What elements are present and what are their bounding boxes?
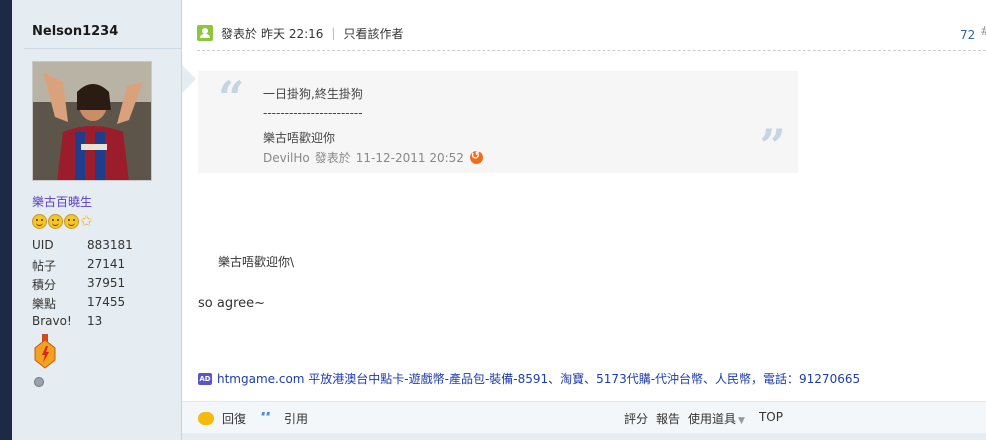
sidebar-pointer <box>182 65 196 93</box>
quote-meta: DevilHo 發表於 11-12-2011 20:52 <box>263 149 483 166</box>
ad-link[interactable]: AD htmgame.com 平放港澳台中點卡-遊戲幣-產品包-裝備-8591、… <box>198 370 860 387</box>
floor-suffix: # <box>980 24 986 38</box>
online-user-icon <box>197 25 213 41</box>
footer-bottom-border <box>182 433 986 440</box>
smiley-icon <box>32 214 47 229</box>
top-button[interactable]: TOP <box>759 410 783 427</box>
user-rank[interactable]: 樂古百曉生 <box>32 193 92 210</box>
floor-number[interactable]: 72 <box>960 28 975 42</box>
message-line: 樂古唔歡迎你\ <box>218 255 295 269</box>
tools-menu[interactable]: 使用道具 ▼ <box>688 410 745 427</box>
page-left-edge <box>0 0 12 440</box>
reply-button[interactable]: 回復 <box>198 410 246 427</box>
go-to-post-icon[interactable] <box>469 149 483 164</box>
ad-badge-icon: AD <box>198 372 212 385</box>
ad-text[interactable]: htmgame.com 平放港澳台中點卡-遊戲幣-產品包-裝備-8591、淘寶、… <box>217 370 860 387</box>
quote-posted-label: 發表於 <box>314 151 351 165</box>
posted-time: 昨天 22:16 <box>261 26 324 41</box>
sidebar-divider <box>24 48 182 49</box>
reply-icon <box>198 412 214 425</box>
author-username[interactable]: Nelson1234 <box>32 24 118 39</box>
post-actions: 評分 報告 使用道具 ▼ TOP <box>624 410 783 427</box>
stat-label: UID <box>32 238 54 252</box>
author-only-link[interactable]: 只看該作者 <box>343 25 403 42</box>
close-quote-icon: ” <box>759 119 786 173</box>
quote-label: 引用 <box>284 412 309 426</box>
globe-icon[interactable] <box>34 377 44 387</box>
report-button[interactable]: 報告 <box>656 410 680 427</box>
post-footer: 回復 “ 引用 評分 報告 使用道具 ▼ TOP <box>182 401 986 433</box>
header-separator: | <box>331 26 336 40</box>
message-line: so agree~ <box>198 296 266 311</box>
smiley-icon <box>64 214 79 229</box>
quote-line: 樂古唔歡迎你 <box>263 131 336 145</box>
posted-label: 發表於 <box>221 26 258 41</box>
author-sidebar: Nelson1234 樂古百曉生 ✩ UID 883181 帖子 27141 積… <box>12 0 182 440</box>
header-divider <box>197 50 986 51</box>
quote-time: 11-12-2011 20:52 <box>355 150 464 165</box>
medal-icon[interactable] <box>34 334 56 370</box>
quote-author: DevilHo <box>263 150 310 165</box>
stat-credits: 積分 37951 <box>32 276 125 293</box>
chevron-down-icon: ▼ <box>738 416 745 426</box>
star-icon: ✩ <box>80 212 93 230</box>
post-header: 發表於 昨天 22:16 | 只看該作者 <box>197 24 403 42</box>
quote-line: ----------------------- <box>263 106 363 120</box>
reply-label: 回復 <box>222 412 247 426</box>
stat-value: 17455 <box>87 295 126 309</box>
rank-stars: ✩ <box>32 214 95 230</box>
quote-block: “ 一日掛狗,終生掛狗 ----------------------- 樂古唔歡… <box>198 71 798 173</box>
stat-value[interactable]: 883181 <box>87 238 133 252</box>
quote-line: 一日掛狗,終生掛狗 <box>263 87 363 101</box>
smiley-icon <box>48 214 63 229</box>
stat-label: Bravo! <box>32 314 72 328</box>
stat-value[interactable]: 27141 <box>87 257 125 274</box>
stat-label: 積分 <box>32 278 57 292</box>
stat-posts: 帖子 27141 <box>32 257 125 274</box>
stat-label: 帖子 <box>32 259 57 273</box>
open-quote-icon: “ <box>218 71 245 125</box>
avatar[interactable] <box>32 61 152 181</box>
stat-bravo: Bravo! 13 <box>32 314 102 328</box>
avatar-image <box>33 62 151 180</box>
stat-value: 13 <box>87 314 103 328</box>
quote-button[interactable]: “ 引用 <box>260 410 308 427</box>
stat-value: 37951 <box>87 276 126 290</box>
stat-uid: UID 883181 <box>32 238 133 252</box>
tools-label: 使用道具 <box>688 412 737 426</box>
stat-points: 樂點 17455 <box>32 295 125 312</box>
stat-label: 樂點 <box>32 297 57 311</box>
quote-icon: “ <box>260 411 273 426</box>
rate-button[interactable]: 評分 <box>624 410 648 427</box>
